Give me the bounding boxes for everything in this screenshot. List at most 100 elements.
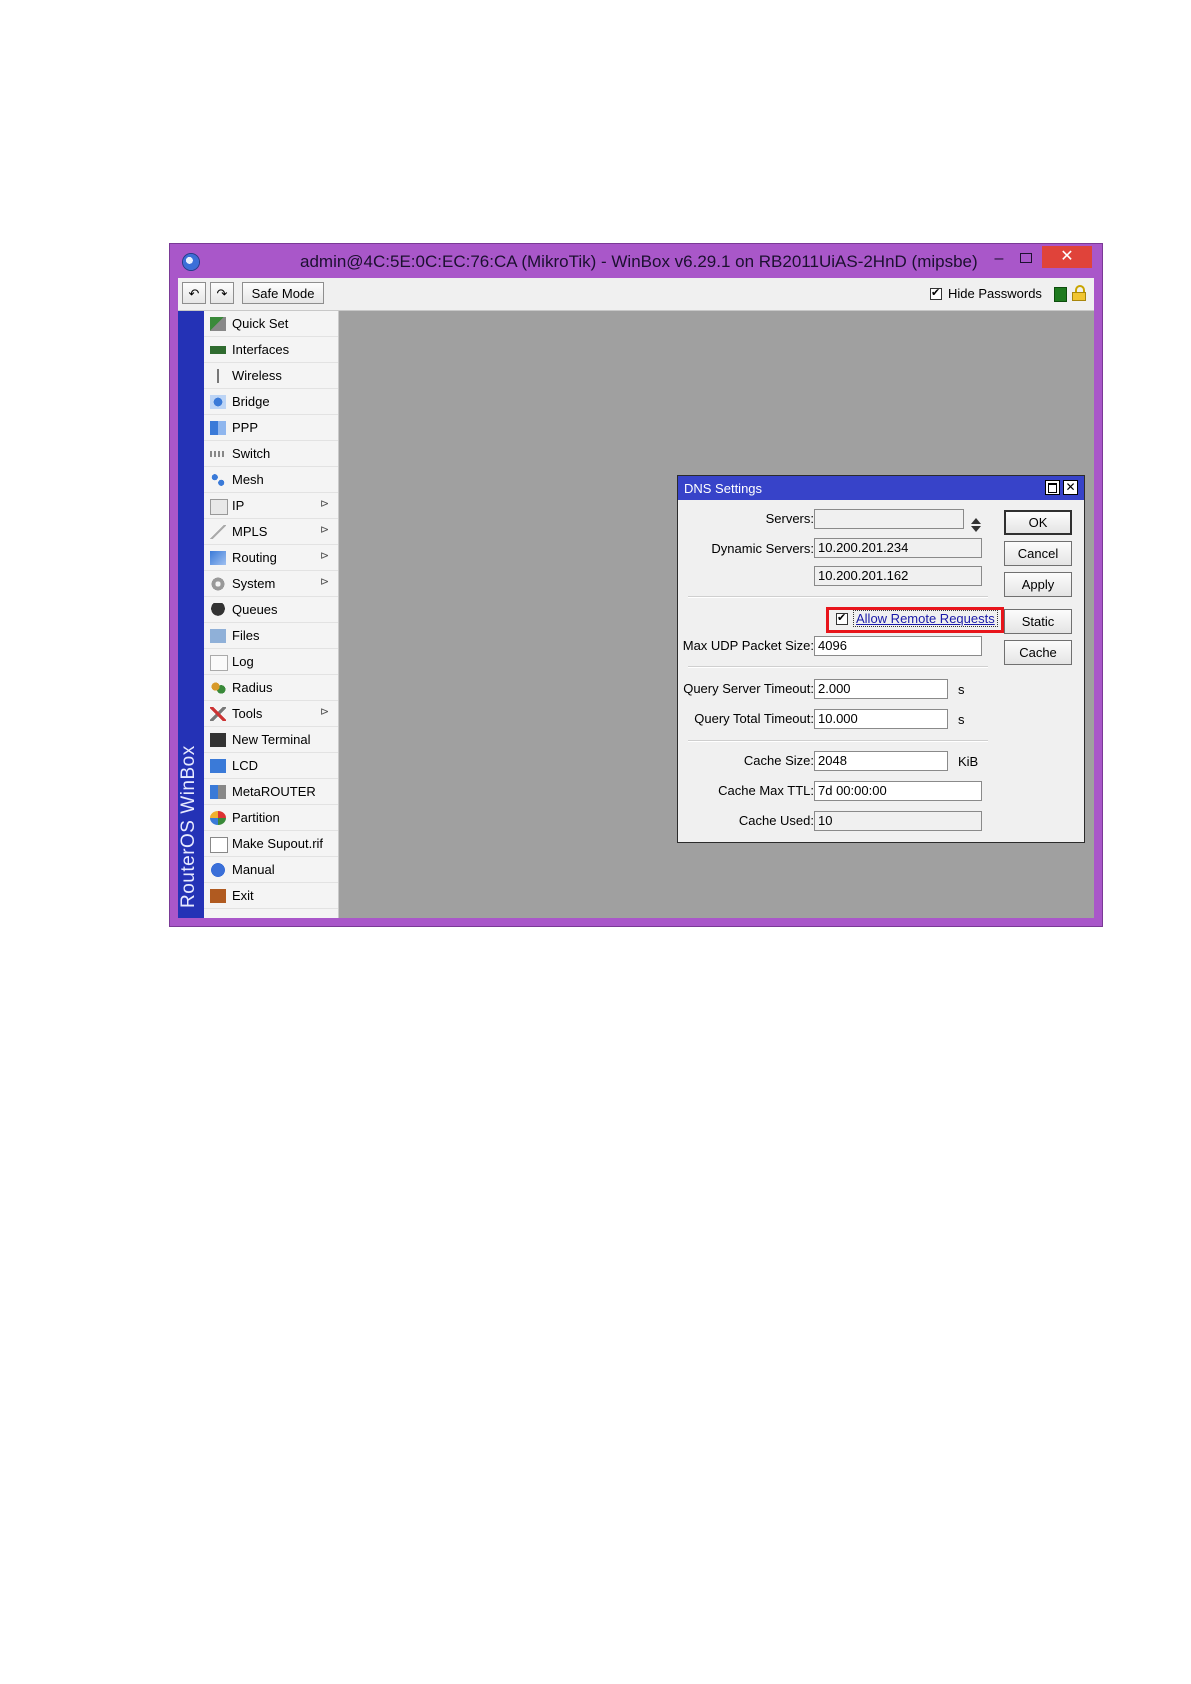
submenu-arrow-icon: ⊳ [320,576,330,588]
submenu-arrow-icon: ⊳ [320,498,330,510]
sidebar-item-interfaces[interactable]: Interfaces [204,337,338,363]
sidebar-item-label: Mesh [232,472,264,487]
sidebar-item-label: Queues [232,602,278,617]
sidebar-item-label: MetaROUTER [232,784,316,799]
folder-icon [210,629,226,643]
workspace: DNS Settings ✕ Servers: Dynamic Servers:… [339,311,1094,918]
sidebar-item-label: Partition [232,810,280,825]
connection-status-icon [1054,287,1067,302]
sidebar-item-label: Wireless [232,368,282,383]
sidebar-item-ppp[interactable]: PPP [204,415,338,441]
sidebar-item-label: MPLS [232,524,268,539]
sidebar-item-lcd[interactable]: LCD [204,753,338,779]
winbox-window: admin@4C:5E:0C:EC:76:CA (MikroTik) - Win… [170,244,1102,926]
window-title: admin@4C:5E:0C:EC:76:CA (MikroTik) - Win… [300,252,978,271]
sidebar-item-label: Files [232,628,260,643]
sidebar-item-radius[interactable]: Radius [204,675,338,701]
query-total-timeout-input[interactable]: 10.000 [814,709,948,729]
main-menu: Quick Set Interfaces Wireless Bridge PPP Swit… [204,311,339,918]
submenu-arrow-icon: ⊳ [320,550,330,562]
sidebar-item-log[interactable]: Log [204,649,338,675]
sidebar-item-label: New Terminal [232,732,311,747]
sidebar-item-wireless[interactable]: Wireless [204,363,338,389]
query-server-timeout-label: Query Server Timeout: [683,681,814,696]
tools-icon [210,707,226,721]
lock-icon [1072,285,1086,301]
cache-size-input[interactable]: 2048 [814,751,948,771]
dialog-title-bar[interactable]: DNS Settings ✕ [678,476,1084,500]
ip-icon [210,499,228,515]
separator [688,740,988,742]
sidebar-item-routing[interactable]: Routing ⊳ [204,545,338,571]
winbox-app-icon[interactable] [183,254,199,270]
maximize-button[interactable] [1015,248,1037,268]
cache-max-ttl-input[interactable]: 7d 00:00:00 [814,781,982,801]
allow-remote-requests-label: Allow Remote Requests [853,610,998,627]
sidebar-item-label: System [232,576,276,591]
sidebar-item-label: Radius [232,680,273,695]
ppp-icon [210,421,226,435]
servers-spinner-icon[interactable] [970,517,982,533]
queues-icon [210,603,226,617]
sidebar-item-partition[interactable]: Partition [204,805,338,831]
submenu-arrow-icon: ⊳ [320,524,330,536]
cancel-button[interactable]: Cancel [1004,541,1072,566]
redo-button[interactable]: ↷ [210,282,234,304]
sidebar-item-mpls[interactable]: MPLS ⊳ [204,519,338,545]
ok-button[interactable]: OK [1004,510,1072,535]
sidebar-item-manual[interactable]: Manual [204,857,338,883]
sidebar-item-new-terminal[interactable]: New Terminal [204,727,338,753]
cache-button[interactable]: Cache [1004,640,1072,665]
hide-passwords-checkbox[interactable] [930,286,942,300]
max-udp-input[interactable]: 4096 [814,636,982,656]
minimize-button[interactable]: – [988,248,1010,268]
query-server-timeout-unit: s [958,682,965,697]
safe-mode-button[interactable]: Safe Mode [242,282,324,304]
sidebar-item-bridge[interactable]: Bridge [204,389,338,415]
sidebar-item-label: Quick Set [232,316,289,331]
close-button[interactable]: ✕ [1042,246,1092,268]
apply-button[interactable]: Apply [1004,572,1072,597]
dialog-close-button[interactable]: ✕ [1063,480,1078,495]
allow-remote-requests-toggle[interactable]: Allow Remote Requests [836,610,998,627]
sidebar-item-make-supout-rif[interactable]: Make Supout.rif [204,831,338,857]
dynamic-servers-label: Dynamic Servers: [711,541,814,556]
sidebar-item-system[interactable]: System ⊳ [204,571,338,597]
brand-strip: RouterOS WinBox [178,311,204,918]
servers-input[interactable] [814,509,964,529]
sidebar-item-metarouter[interactable]: MetaROUTER [204,779,338,805]
submenu-arrow-icon: ⊳ [320,706,330,718]
sidebar-item-ip[interactable]: IP ⊳ [204,493,338,519]
static-button[interactable]: Static [1004,609,1072,634]
sidebar-item-switch[interactable]: Switch [204,441,338,467]
mpls-icon [210,525,226,539]
allow-remote-requests-checkbox[interactable] [836,611,848,625]
cache-max-ttl-label: Cache Max TTL: [718,783,814,798]
sidebar-item-exit[interactable]: Exit [204,883,338,909]
query-total-timeout-unit: s [958,712,965,727]
routing-icon [210,551,226,565]
query-server-timeout-input[interactable]: 2.000 [814,679,948,699]
sidebar-item-tools[interactable]: Tools ⊳ [204,701,338,727]
separator [688,666,988,668]
sidebar-item-label: Bridge [232,394,270,409]
sidebar-item-label: Manual [232,862,275,877]
sidebar-item-label: PPP [232,420,259,435]
sidebar-item-label: Log [232,654,254,669]
sidebar-item-queues[interactable]: Queues [204,597,338,623]
wand-icon [210,317,226,331]
hide-passwords-label: Hide Passwords [948,286,1042,301]
undo-button[interactable]: ↶ [182,282,206,304]
title-bar[interactable]: admin@4C:5E:0C:EC:76:CA (MikroTik) - Win… [170,244,1102,278]
hide-passwords-toggle[interactable]: Hide Passwords [930,286,1042,301]
servers-label: Servers: [765,511,814,526]
sidebar-item-mesh[interactable]: Mesh [204,467,338,493]
sidebar-item-label: Tools [232,706,263,721]
dialog-maximize-button[interactable] [1045,480,1060,495]
sidebar-item-files[interactable]: Files [204,623,338,649]
sidebar-item-label: Switch [232,446,271,461]
cache-used-field: 10 [814,811,982,831]
sidebar-item-quick-set[interactable]: Quick Set [204,311,338,337]
cache-size-label: Cache Size: [743,753,814,768]
client-area: ↶ ↷ Safe Mode Hide Passwords RouterOS Wi… [178,278,1094,918]
